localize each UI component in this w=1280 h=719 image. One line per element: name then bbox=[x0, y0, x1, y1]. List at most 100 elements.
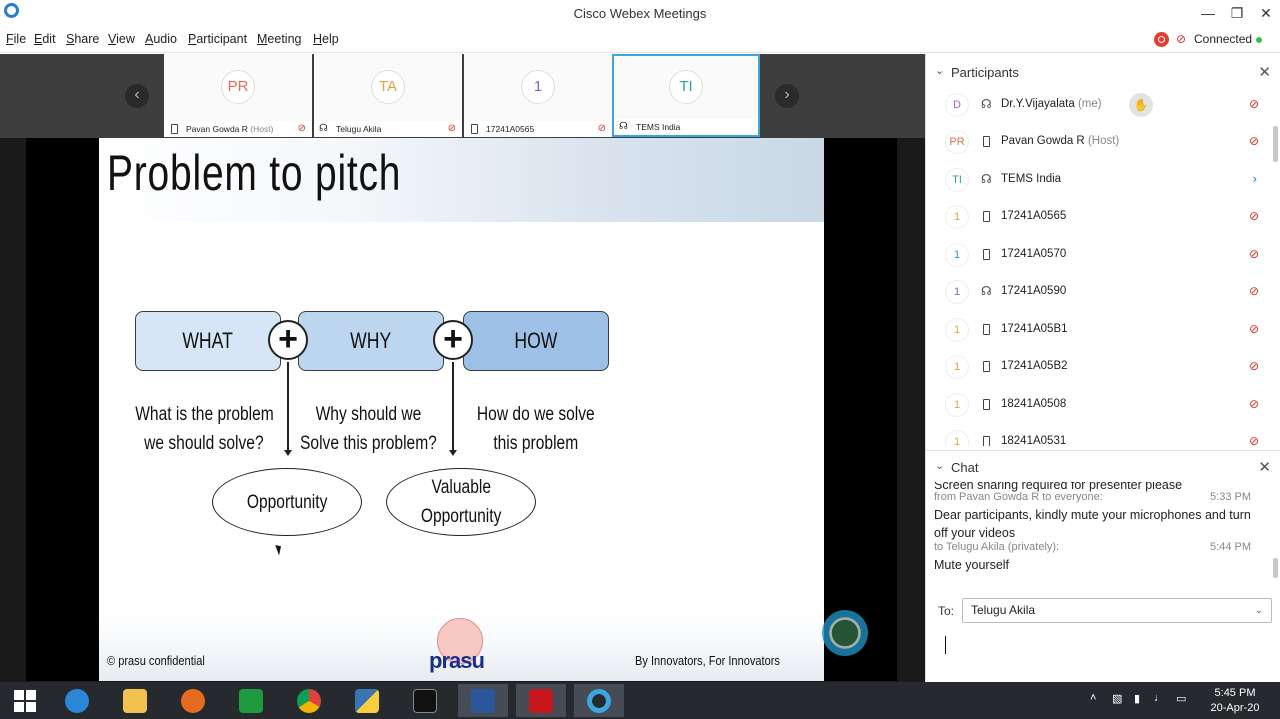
mic-muted-icon[interactable]: ⊘ bbox=[1249, 209, 1259, 223]
thumbnail-label: ☊ TEMS India bbox=[614, 119, 758, 135]
menu-meeting[interactable]: Meeting bbox=[257, 32, 301, 46]
chevron-right-icon[interactable]: › bbox=[1253, 171, 1257, 186]
chrome-button[interactable] bbox=[284, 684, 334, 717]
phone-icon bbox=[983, 136, 990, 147]
mic-muted-icon[interactable]: ⊘ bbox=[1249, 397, 1259, 411]
thumbnail-pavan[interactable]: PR Pavan Gowda R (Host) ⊘ bbox=[164, 54, 312, 137]
next-page-button[interactable]: › bbox=[775, 84, 799, 108]
opportunity-ellipse: Opportunity bbox=[212, 468, 362, 536]
participants-header[interactable]: ⌄ Participants ✕ bbox=[926, 56, 1280, 88]
mic-muted-icon[interactable]: ⊘ bbox=[1249, 359, 1259, 373]
chevron-down-icon: ⌄ bbox=[1254, 605, 1263, 616]
window-title: Cisco Webex Meetings bbox=[573, 6, 707, 21]
raise-hand-icon[interactable]: ✋ bbox=[1129, 93, 1153, 117]
mic-muted-icon[interactable]: ⊘ bbox=[1249, 134, 1259, 148]
chat-message-meta: to Telugu Akila (privately): bbox=[934, 541, 1060, 553]
restore-icon[interactable]: ❐ bbox=[1223, 3, 1251, 23]
chat-header[interactable]: ⌄ Chat ✕ bbox=[926, 450, 1280, 482]
acrobat-icon bbox=[529, 688, 553, 713]
participant-row[interactable]: 1 17241A0565 ⊘ bbox=[926, 199, 1271, 236]
start-button[interactable] bbox=[0, 684, 50, 717]
menu-file[interactable]: File bbox=[6, 32, 26, 46]
participant-row[interactable]: PR Pavan Gowda R (Host) ⊘ bbox=[926, 124, 1271, 161]
side-panel: ⌄ Participants ✕ D ☊ Dr.Y.Vijayalata (me… bbox=[925, 54, 1280, 682]
internet-explorer-button[interactable] bbox=[52, 684, 102, 717]
mic-muted-icon[interactable]: ⊘ bbox=[1249, 284, 1259, 298]
volume-icon[interactable]: ♩ bbox=[1154, 692, 1165, 704]
chat-message: Mute yourself bbox=[934, 558, 1010, 572]
what-box: WHAT bbox=[135, 311, 281, 371]
text-caret bbox=[945, 636, 946, 654]
network-muted-icon[interactable]: ▧ bbox=[1112, 692, 1122, 705]
phone-icon bbox=[983, 436, 990, 446]
menu-participant[interactable]: Participant bbox=[188, 32, 247, 46]
thumbnail-17241a0565[interactable]: 1 17241A0565 ⊘ bbox=[464, 54, 612, 137]
headset-icon: ☊ bbox=[981, 172, 992, 186]
headset-icon: ☊ bbox=[981, 284, 992, 298]
tray-chevron-up-icon[interactable]: ˄ bbox=[1090, 692, 1096, 704]
prev-page-button[interactable]: ‹ bbox=[125, 84, 149, 108]
store-button[interactable] bbox=[226, 684, 276, 717]
minimize-icon[interactable]: — bbox=[1194, 3, 1222, 23]
participant-row[interactable]: 1 17241A0570 ⊘ bbox=[926, 237, 1271, 274]
menu-share[interactable]: Share bbox=[66, 32, 99, 46]
mic-muted-icon[interactable]: ⊘ bbox=[1249, 434, 1259, 446]
signal-icon[interactable]: ▮ bbox=[1134, 692, 1140, 705]
mic-muted-icon[interactable]: ⊘ bbox=[1249, 97, 1259, 111]
plus-icon: + bbox=[268, 320, 308, 360]
participant-row[interactable]: 1 18241A0508 ⊘ bbox=[926, 387, 1271, 424]
logo-text: prasu bbox=[429, 648, 485, 673]
close-chat-icon[interactable]: ✕ bbox=[1258, 458, 1271, 476]
chat-input[interactable] bbox=[926, 628, 1271, 678]
phone-icon bbox=[471, 124, 478, 134]
participant-row[interactable]: 1 18241A0531 ⊘ bbox=[926, 424, 1271, 446]
mic-muted-icon[interactable]: ⊘ bbox=[1249, 247, 1259, 261]
file-explorer-button[interactable] bbox=[110, 684, 160, 717]
python-icon bbox=[355, 688, 379, 713]
participant-row[interactable]: 1 ☊ 17241A0590 ⊘ bbox=[926, 274, 1271, 311]
avatar: D bbox=[945, 93, 969, 117]
menu-edit[interactable]: Edit bbox=[34, 32, 56, 46]
mic-muted-icon: ⊘ bbox=[297, 123, 306, 134]
participant-row[interactable]: 1 17241A05B1 ⊘ bbox=[926, 312, 1271, 349]
menu-help[interactable]: Help bbox=[313, 32, 339, 46]
internet-explorer-icon bbox=[65, 688, 89, 713]
taskbar-clock[interactable]: 5:45 PM 20-Apr-20 bbox=[1205, 686, 1265, 716]
battery-icon[interactable]: ▭ bbox=[1176, 692, 1186, 705]
avatar: 1 bbox=[945, 318, 969, 342]
participant-row[interactable]: D ☊ Dr.Y.Vijayalata (me) ✋ ⊘ bbox=[926, 87, 1271, 124]
chat-scrollbar[interactable] bbox=[1273, 558, 1278, 578]
python-button[interactable] bbox=[342, 684, 392, 717]
how-question: How do we solve this problem bbox=[477, 404, 595, 454]
mic-muted-icon[interactable]: ⊘ bbox=[1176, 32, 1186, 46]
phone-icon bbox=[171, 124, 178, 134]
avatar: PR bbox=[221, 70, 255, 104]
phone-icon bbox=[983, 211, 990, 222]
menu-audio[interactable]: Audio bbox=[145, 32, 177, 46]
participant-row[interactable]: 1 17241A05B2 ⊘ bbox=[926, 349, 1271, 386]
word-button[interactable] bbox=[458, 684, 508, 717]
chevron-down-icon[interactable]: ⌄ bbox=[935, 459, 944, 472]
close-icon[interactable]: ✕ bbox=[1252, 3, 1280, 23]
recording-icon[interactable] bbox=[1154, 32, 1169, 47]
firefox-button[interactable] bbox=[168, 684, 218, 717]
participant-row[interactable]: TI ☊ TEMS India › bbox=[926, 162, 1271, 199]
headset-icon: ☊ bbox=[981, 97, 992, 111]
phone-icon bbox=[983, 324, 990, 335]
menu-view[interactable]: View bbox=[108, 32, 135, 46]
chat-recipient-select[interactable]: Telugu Akila ⌄ bbox=[962, 598, 1272, 623]
thumbnail-tems-india[interactable]: TI ☊ TEMS India bbox=[612, 54, 760, 137]
chat-message-time: 5:44 PM bbox=[1210, 541, 1251, 553]
participants-scrollbar[interactable] bbox=[1273, 126, 1278, 162]
mic-muted-icon: ⊘ bbox=[447, 123, 456, 134]
webex-button[interactable] bbox=[574, 684, 624, 717]
terminal-button[interactable] bbox=[400, 684, 450, 717]
mic-muted-icon[interactable]: ⊘ bbox=[1249, 322, 1259, 336]
chat-messages: Screen sharing required for presenter pl… bbox=[926, 482, 1271, 594]
chevron-down-icon[interactable]: ⌄ bbox=[935, 64, 944, 77]
thumbnail-telugu[interactable]: TA ☊ Telugu Akila ⊘ bbox=[314, 54, 462, 137]
close-participants-icon[interactable]: ✕ bbox=[1258, 63, 1271, 81]
avatar: 1 bbox=[945, 430, 969, 446]
what-question: What is the problem we should solve? bbox=[134, 404, 274, 454]
acrobat-button[interactable] bbox=[516, 684, 566, 717]
